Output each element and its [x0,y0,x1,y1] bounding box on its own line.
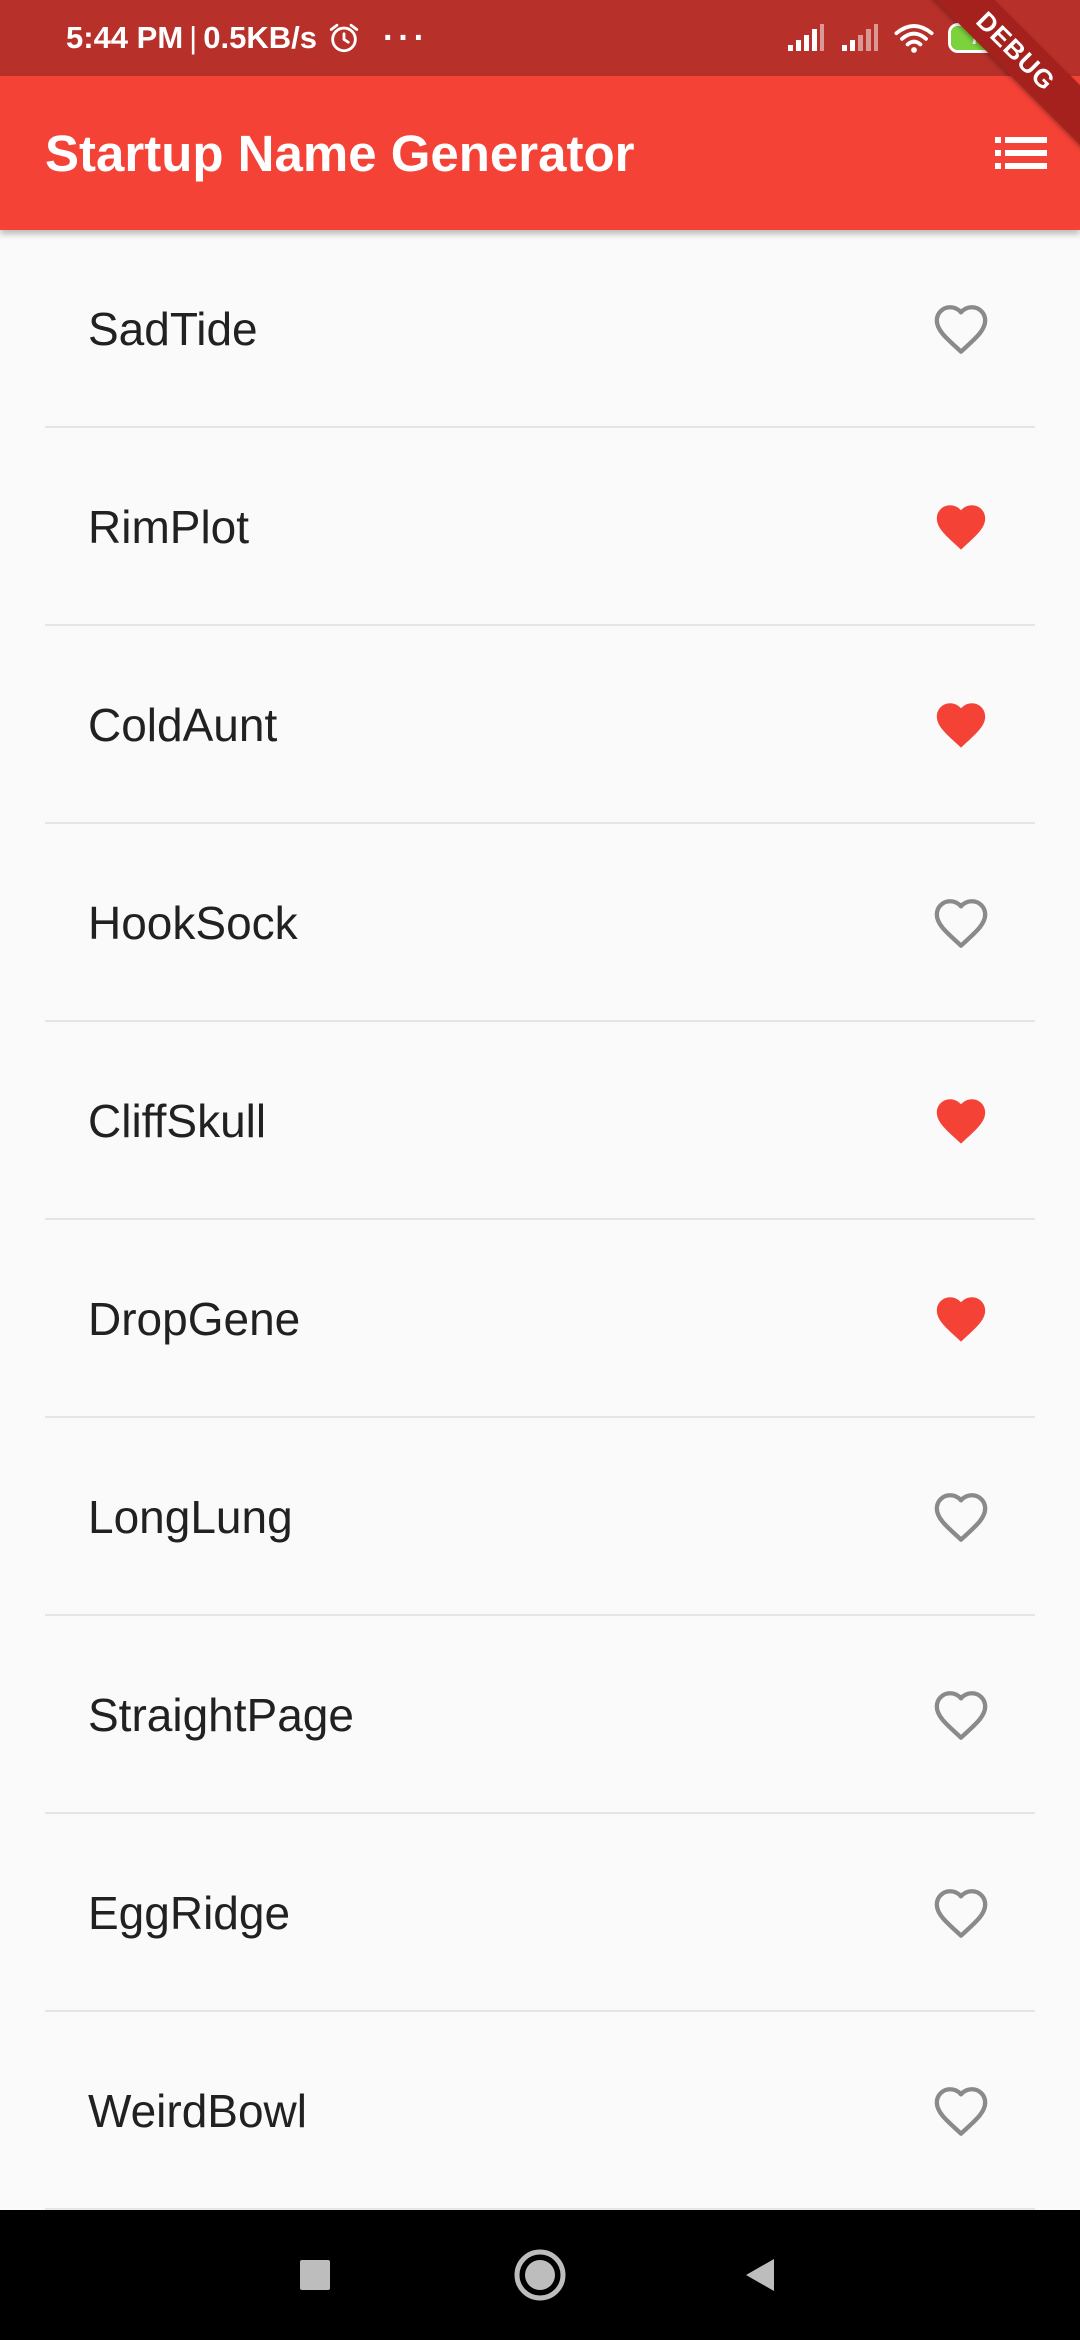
heart-outline-icon[interactable] [932,894,990,952]
status-bar: 5:44 PM | 0.5KB/s ··· [0,0,1080,76]
heart-outline-icon[interactable] [932,2082,990,2140]
list-item[interactable]: EggRidge [45,1814,1035,2012]
screen: 5:44 PM | 0.5KB/s ··· DEBUG Startup Name… [0,0,1080,2340]
startup-name-label: WeirdBowl [88,2085,307,2137]
list-item[interactable]: LongLung [45,1418,1035,1616]
startup-name-label: SadTide [88,303,258,355]
heart-filled-icon[interactable] [932,498,990,556]
home-button[interactable] [505,2240,575,2310]
signal-icon [788,24,824,51]
startup-name-label: HookSock [88,897,298,949]
startup-name-label: DropGene [88,1293,301,1345]
list-item[interactable]: HookSock [45,824,1035,1022]
recents-button[interactable] [280,2240,350,2310]
back-button[interactable] [725,2240,795,2310]
back-triangle-icon [746,2259,774,2291]
startup-name-label: CliffSkull [88,1095,267,1147]
list-item[interactable]: RimPlot [45,428,1035,626]
heart-filled-icon[interactable] [932,1092,990,1150]
heart-filled-icon[interactable] [932,696,990,754]
recents-square-icon [300,2260,330,2290]
heart-outline-icon[interactable] [932,1686,990,1744]
saved-list-button[interactable] [984,116,1058,190]
list-item[interactable]: StraightPage [45,1616,1035,1814]
startup-name-label: StraightPage [88,1689,354,1741]
status-time: 5:44 PM [66,20,184,55]
list-item[interactable]: ColdAunt [45,626,1035,824]
heart-outline-icon[interactable] [932,1488,990,1546]
heart-outline-icon[interactable] [932,1884,990,1942]
signal-icon [842,24,878,51]
network-speed: 0.5KB/s [203,20,317,55]
heart-filled-icon[interactable] [932,1290,990,1348]
list-item[interactable]: DropGene [45,1220,1035,1418]
startup-name-label: RimPlot [88,501,250,553]
status-left: 5:44 PM | 0.5KB/s ··· [66,0,429,76]
heart-outline-icon[interactable] [932,300,990,358]
startup-name-label: ColdAunt [88,699,278,751]
list-item[interactable]: CliffSkull [45,1022,1035,1220]
startup-name-label: EggRidge [88,1887,291,1939]
list-item[interactable]: SadTide [45,230,1035,428]
navigation-bar [0,2210,1080,2340]
alarm-icon [329,23,359,53]
startup-name-label: LongLung [88,1491,293,1543]
app-title: Startup Name Generator [45,124,635,182]
home-circle-icon [514,2249,566,2301]
app-bar: Startup Name Generator [0,76,1080,230]
list-item[interactable]: WeirdBowl [45,2012,1035,2210]
overflow-dots: ··· [382,18,429,57]
status-separator: | [189,20,198,55]
name-list: SadTide RimPlot ColdAunt HookSock CliffSkull… [0,230,1080,2260]
wifi-icon [894,24,934,53]
list-icon [995,137,1047,169]
